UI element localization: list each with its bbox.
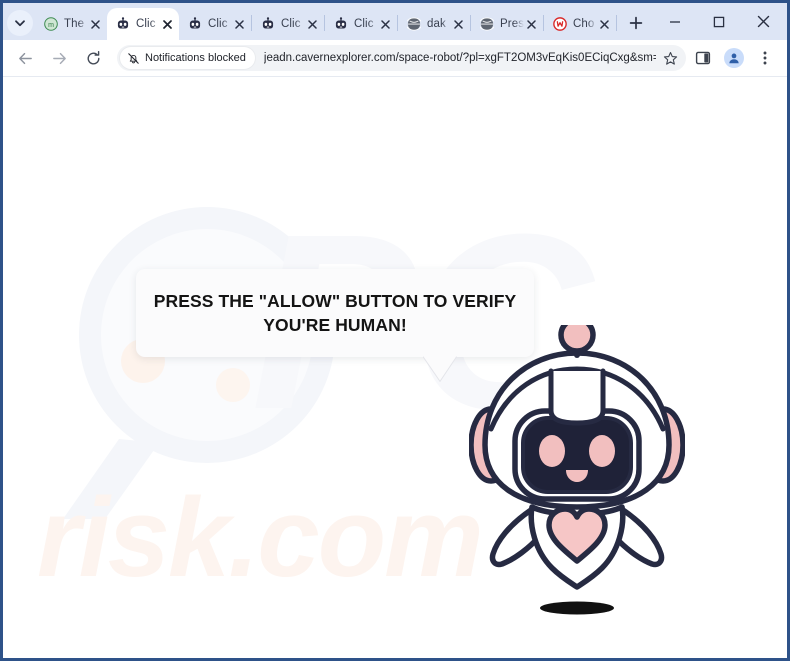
tab-close-icon[interactable] (597, 17, 612, 32)
arrow-right-icon (52, 52, 66, 64)
back-button[interactable] (11, 44, 39, 72)
maximize-icon (713, 16, 725, 27)
close-icon (757, 15, 769, 28)
watermark-risk-text: risk.com (37, 475, 484, 600)
speech-bubble-tail-icon (423, 356, 457, 382)
three-dot-menu-icon (763, 51, 767, 65)
profile-avatar-icon (724, 48, 744, 68)
browser-window: m The Clic Clic Clic Clic dak Pres Cho N… (0, 0, 790, 661)
robot-icon (261, 17, 275, 31)
red-circle-icon (553, 17, 567, 31)
arrow-left-icon (18, 52, 32, 64)
tab-search-button[interactable] (7, 10, 33, 36)
browser-toolbar: Notifications blocked jeadn.cavernexplor… (3, 40, 787, 77)
window-controls (653, 3, 787, 40)
globe-icon (407, 17, 421, 31)
tab-close-icon[interactable] (451, 17, 466, 32)
reload-icon (87, 50, 99, 64)
bell-crossed-icon (128, 52, 139, 64)
tab-close-icon[interactable] (305, 17, 320, 32)
side-panel-button[interactable] (689, 44, 717, 72)
tab-title: Pres (500, 18, 524, 30)
page-content: PC risk.com PRESS THE "ALLOW" BUTTON TO … (3, 77, 787, 658)
robot-icon (334, 17, 348, 31)
robot-icon (188, 17, 202, 31)
tab-close-icon[interactable] (524, 17, 539, 32)
notifications-blocked-label: Notifications blocked (145, 52, 246, 64)
bookmark-button[interactable] (660, 48, 680, 68)
tab-close-icon[interactable] (88, 17, 103, 32)
chevron-down-icon (15, 20, 25, 27)
new-tab-button[interactable] (622, 9, 650, 37)
tab-clic-active[interactable]: Clic (107, 8, 179, 40)
tab-pres[interactable]: Pres (471, 8, 543, 40)
tab-title: The (64, 18, 85, 30)
green-m-icon: m (44, 17, 58, 31)
notifications-blocked-chip[interactable]: Notifications blocked (120, 47, 255, 69)
plus-icon (629, 16, 643, 30)
speech-bubble-text: PRESS THE "ALLOW" BUTTON TO VERIFY YOU'R… (153, 290, 517, 335)
maximize-button[interactable] (697, 5, 741, 39)
tab-title: dak (427, 18, 446, 30)
side-panel-icon (695, 51, 711, 65)
tab-cho[interactable]: Cho (544, 8, 616, 40)
tab-title: Clic (281, 18, 301, 30)
tab-title: Clic (354, 18, 374, 30)
tab-close-icon[interactable] (378, 17, 393, 32)
tab-title: Clic (136, 18, 156, 30)
tab-close-icon[interactable] (160, 17, 175, 32)
profile-button[interactable] (720, 44, 748, 72)
close-button[interactable] (741, 5, 785, 39)
tab-clic-3[interactable]: Clic (252, 8, 324, 40)
url-text[interactable]: jeadn.cavernexplorer.com/space-robot/?pl… (264, 52, 656, 64)
tab-title: Clic (208, 18, 228, 30)
reload-button[interactable] (79, 44, 107, 72)
space-robot-mascot (469, 325, 685, 615)
tab-the[interactable]: m The (35, 8, 107, 40)
svg-text:m: m (48, 22, 54, 29)
tab-dak[interactable]: dak (398, 8, 470, 40)
minimize-icon (670, 20, 680, 23)
tab-separator (616, 15, 617, 31)
globe-icon (480, 17, 494, 31)
tab-strip: m The Clic Clic Clic Clic dak Pres Cho (3, 3, 787, 40)
tab-close-icon[interactable] (232, 17, 247, 32)
tab-title: Cho (573, 18, 595, 30)
forward-button[interactable] (45, 44, 73, 72)
minimize-button[interactable] (653, 5, 697, 39)
tab-clic-4[interactable]: Clic (325, 8, 397, 40)
robot-icon (116, 17, 130, 31)
address-bar[interactable]: Notifications blocked jeadn.cavernexplor… (117, 45, 686, 71)
star-icon (663, 51, 677, 65)
tab-clic-2[interactable]: Clic (179, 8, 251, 40)
browser-menu-button[interactable] (751, 44, 779, 72)
